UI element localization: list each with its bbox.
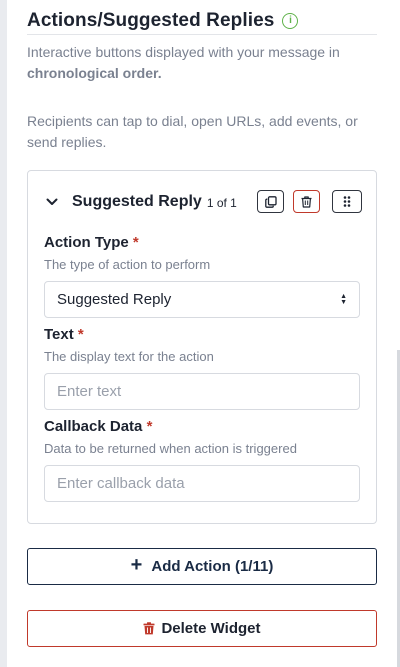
delete-widget-label: Delete Widget bbox=[161, 620, 261, 637]
add-action-label: Add Action (1/11) bbox=[151, 558, 274, 575]
text-input[interactable]: Enter text bbox=[44, 373, 360, 410]
info-icon[interactable]: i bbox=[282, 13, 299, 29]
action-type-label-text: Action Type bbox=[44, 234, 129, 251]
section-header: Actions/Suggested Replies i bbox=[27, 10, 377, 32]
divider bbox=[27, 34, 377, 35]
card-count: 1 of 1 bbox=[206, 196, 237, 210]
select-arrows-icon: ▲ ▼ bbox=[340, 292, 347, 306]
required-mark: * bbox=[132, 234, 139, 251]
action-card: Suggested Reply 1 of 1 Action Type * The… bbox=[27, 170, 377, 524]
delete-widget-button[interactable]: Delete Widget bbox=[27, 610, 377, 647]
left-rail bbox=[0, 0, 7, 667]
action-type-value: Suggested Reply bbox=[57, 291, 172, 308]
callback-label-text: Callback Data bbox=[44, 418, 143, 435]
copy-icon bbox=[264, 195, 277, 208]
text-label: Text * bbox=[44, 326, 84, 343]
action-type-help: The type of action to perform bbox=[44, 257, 211, 272]
callback-input[interactable]: Enter callback data bbox=[44, 465, 360, 502]
card-toolbar bbox=[257, 190, 362, 213]
trash-icon bbox=[301, 195, 312, 208]
drag-grid-icon bbox=[343, 196, 351, 207]
description-capabilities: Recipients can tap to dial, open URLs, a… bbox=[27, 113, 358, 150]
description-text: Interactive buttons displayed with your … bbox=[27, 44, 340, 60]
delete-action-button[interactable] bbox=[293, 190, 320, 213]
drag-handle-button[interactable] bbox=[332, 190, 362, 213]
trash-icon bbox=[143, 622, 155, 635]
description-order: Interactive buttons displayed with your … bbox=[27, 42, 372, 84]
card-header[interactable]: Suggested Reply 1 of 1 bbox=[46, 193, 237, 211]
action-type-label: Action Type * bbox=[44, 234, 139, 251]
action-type-select[interactable]: Suggested Reply ▲ ▼ bbox=[44, 281, 360, 318]
callback-help: Data to be returned when action is trigg… bbox=[44, 441, 297, 456]
callback-label: Callback Data * bbox=[44, 418, 152, 435]
chevron-down-icon[interactable] bbox=[46, 196, 58, 208]
add-action-button[interactable]: + Add Action (1/11) bbox=[27, 548, 377, 585]
required-mark: * bbox=[146, 418, 153, 435]
plus-icon: + bbox=[130, 554, 143, 576]
description-emphasis: chronological order. bbox=[27, 65, 162, 81]
required-mark: * bbox=[77, 326, 84, 343]
section-title: Actions/Suggested Replies bbox=[27, 10, 275, 31]
duplicate-button[interactable] bbox=[257, 190, 284, 213]
card-title: Suggested Reply bbox=[72, 193, 202, 210]
text-help: The display text for the action bbox=[44, 349, 214, 364]
text-label-text: Text bbox=[44, 326, 74, 343]
